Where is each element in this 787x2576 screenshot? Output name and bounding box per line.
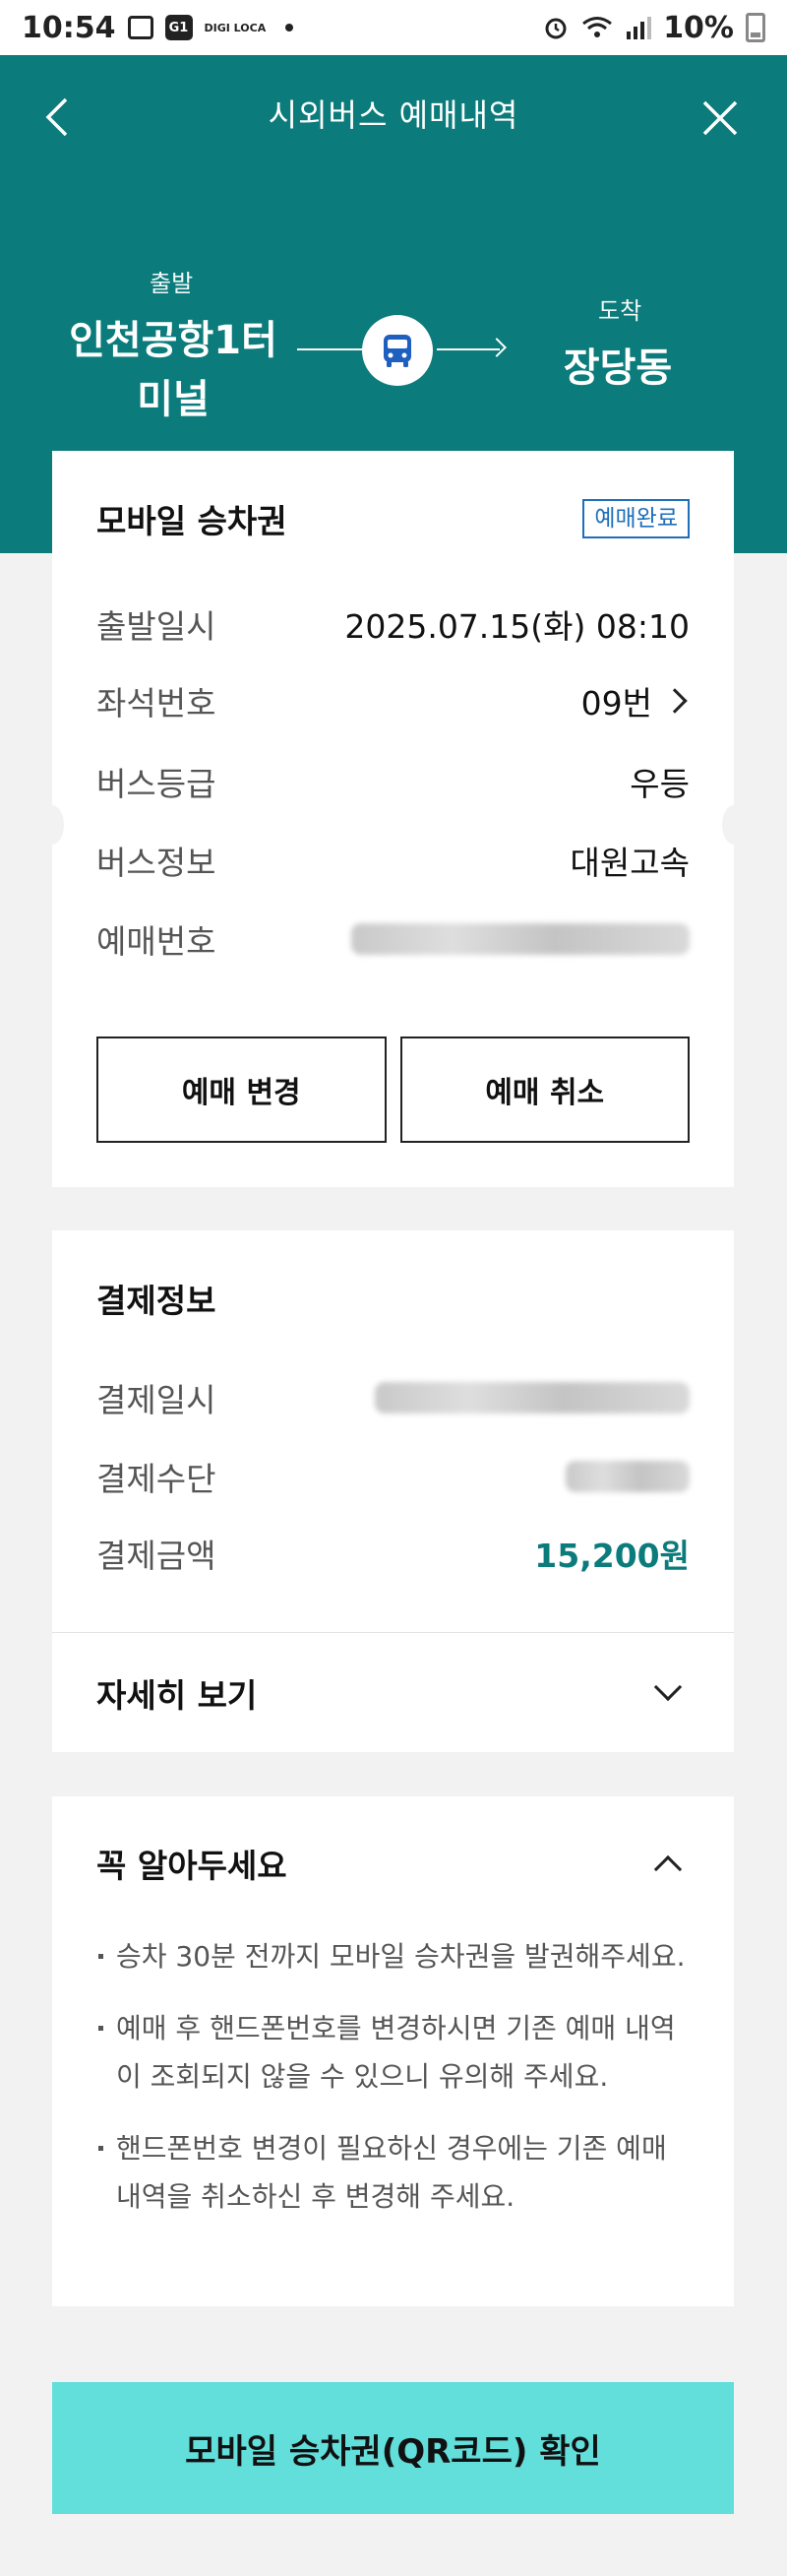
close-button[interactable] [698, 96, 742, 140]
departure-datetime-row: 출발일시 2025.07.15(화) 08:10 [96, 595, 690, 654]
bus-icon [384, 335, 411, 367]
payment-title: 결제정보 [96, 1282, 216, 1320]
notice-card: 꼭 알아두세요 승차 30분 전까지 모바일 승차권을 발권해주세요. 예매 후… [52, 1796, 734, 2306]
payment-method-redacted [566, 1461, 690, 1492]
bus-grade-row: 버스등급 우등 [96, 752, 690, 811]
info-label: 결제수단 [96, 1460, 216, 1498]
ticket-notch [722, 805, 746, 845]
reservation-number-redacted [351, 923, 690, 955]
payment-datetime-row: 결제일시 [96, 1368, 690, 1427]
chevron-right-icon [662, 688, 688, 714]
change-reservation-button[interactable]: 예매 변경 [96, 1037, 387, 1143]
status-time: 10:54 [22, 10, 116, 45]
notice-list: 승차 30분 전까지 모바일 승차권을 발권해주세요. 예매 후 핸드폰번호를 … [96, 1932, 690, 2244]
notice-toggle[interactable]: 꼭 알아두세요 [96, 1836, 690, 1891]
info-label: 출발일시 [96, 607, 216, 646]
alarm-icon [545, 18, 567, 39]
wifi-icon [582, 17, 613, 37]
bus-info-row: 버스정보 대원고속 [96, 831, 690, 890]
departure-datetime-value: 2025.07.15(화) 08:10 [344, 607, 690, 646]
payment-amount-row: 결제금액 15,200원 [96, 1524, 690, 1583]
details-label: 자세히 보기 [96, 1676, 258, 1715]
notice-item: 핸드폰번호 변경이 필요하신 경우에는 기존 예매 내역을 취소하신 후 변경해… [96, 2124, 690, 2221]
reservation-number-row: 예매번호 [96, 910, 690, 969]
page-title: 시외버스 예매내역 [268, 96, 519, 134]
divider [52, 1632, 734, 1633]
ticket-card: 모바일 승차권 예매완료 출발일시 2025.07.15(화) 08:10 좌석… [40, 451, 746, 1187]
seat-value-group[interactable]: 09번 [581, 677, 690, 724]
qr-ticket-button[interactable]: 모바일 승차권(QR코드) 확인 [52, 2382, 734, 2514]
battery-icon [746, 13, 765, 42]
more-notifications-dot-icon [285, 24, 294, 31]
cancel-reservation-button[interactable]: 예매 취소 [399, 1037, 690, 1143]
arrival-label: 도착 [598, 297, 642, 325]
close-icon [702, 100, 738, 136]
route-line [297, 348, 362, 350]
info-label: 예매번호 [96, 922, 216, 961]
notice-item: 예매 후 핸드폰번호를 변경하시면 기존 예매 내역이 조회되지 않을 수 있으… [96, 2004, 690, 2101]
chevron-down-icon [653, 1672, 683, 1702]
bus-badge [362, 315, 433, 386]
status-bar: 10:54 G1 DIGI LOCA 10% [0, 0, 787, 55]
departure-name: 인천공항1터미널 [69, 318, 277, 422]
battery-percent: 10% [663, 10, 734, 45]
ticket-actions: 예매 변경 예매 취소 [96, 1037, 690, 1143]
status-badge: 예매완료 [582, 499, 690, 538]
status-right: 10% [543, 11, 765, 45]
details-toggle[interactable]: 자세히 보기 [96, 1644, 690, 1742]
notice-title: 꼭 알아두세요 [96, 1847, 287, 1885]
chevron-up-icon [653, 1854, 683, 1884]
payment-datetime-redacted [375, 1382, 690, 1414]
payment-card: 결제정보 결제일시 결제수단 결제금액 15,200원 자세히 보기 [52, 1230, 734, 1752]
departure-label: 출발 [150, 270, 194, 297]
bus-grade-value: 우등 [630, 765, 690, 803]
route-summary: 출발 인천공항1터미널 도착 장당동 [0, 203, 787, 459]
info-label: 버스등급 [96, 765, 216, 803]
nav-row: 시외버스 예매내역 [0, 55, 787, 173]
bus-company-value: 대원고속 [570, 844, 690, 882]
info-label: 결제금액 [96, 1537, 216, 1575]
ticket-title: 모바일 승차권 [96, 502, 287, 540]
gallery-notification-icon [127, 16, 153, 39]
payment-method-row: 결제수단 [96, 1447, 690, 1506]
signal-icon [627, 17, 652, 39]
status-left: 10:54 G1 DIGI LOCA [22, 10, 294, 45]
payment-amount-value: 15,200원 [534, 1537, 690, 1575]
ticket-header: 모바일 승차권 예매완료 [96, 494, 690, 543]
seat-number-value: 09번 [580, 684, 652, 723]
info-label: 결제일시 [96, 1381, 216, 1419]
info-label: 좌석번호 [96, 684, 216, 723]
info-label: 버스정보 [96, 844, 216, 882]
ticket-notch [40, 805, 64, 845]
arrival-name: 장당동 [563, 346, 673, 391]
route-arrow-icon [487, 338, 507, 357]
app-notification-icon: G1 [164, 15, 193, 40]
notice-item: 승차 30분 전까지 모바일 승차권을 발권해주세요. [96, 1932, 690, 1980]
seat-number-row[interactable]: 좌석번호 09번 [96, 671, 690, 730]
digiloca-notification-icon: DIGI LOCA [204, 21, 267, 34]
